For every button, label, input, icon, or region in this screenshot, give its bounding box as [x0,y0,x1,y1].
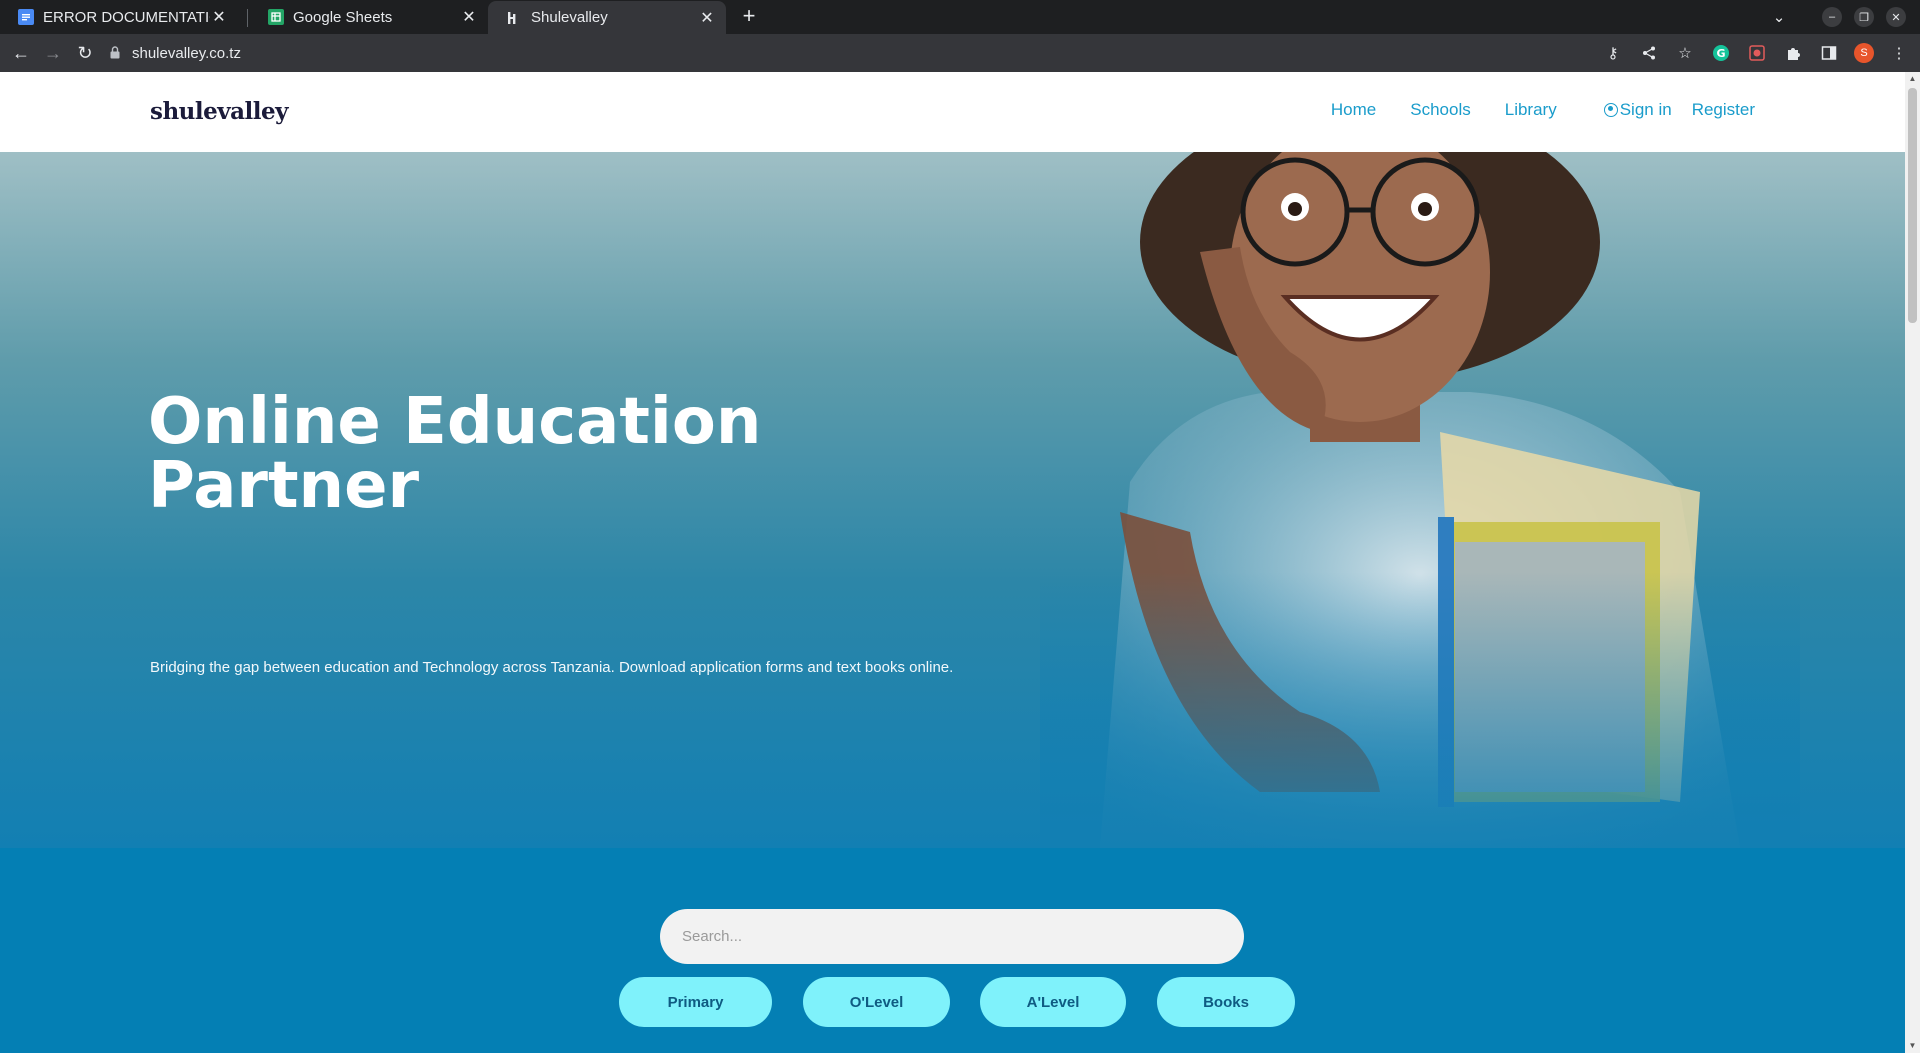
nav-library-link[interactable]: Library [1505,100,1557,120]
restore-icon[interactable]: ❐ [1854,7,1874,27]
search-section: Primary O'Level A'Level Books [0,848,1905,1053]
category-olevel-button[interactable]: O'Level [803,977,950,1027]
grammarly-icon[interactable]: G [1710,42,1732,64]
tab-title: Shulevalley [531,9,608,26]
password-key-icon[interactable]: ⚷ [1602,42,1624,64]
reload-icon[interactable]: ↻ [72,40,98,66]
main-nav: Home Schools Library Sign in Register [1331,100,1755,120]
hero-title: Online Education Partner [148,390,848,518]
browser-tab-strip: ERROR DOCUMENTATION ✕ Google Sheets ✕ Sh… [0,0,1920,34]
site-favicon-icon [506,10,522,26]
tab-search-chevron-icon[interactable]: ⌄ [1768,6,1790,28]
search-box[interactable] [660,909,1244,964]
url-text: shulevalley.co.tz [132,44,241,62]
profile-avatar[interactable]: S [1854,43,1874,63]
scrollbar-thumb[interactable] [1908,88,1917,323]
nav-register-link[interactable]: Register [1692,100,1755,120]
nav-schools-link[interactable]: Schools [1410,100,1470,120]
extensions-puzzle-icon[interactable] [1782,42,1804,64]
scroll-up-arrow-icon[interactable]: ▲ [1908,74,1917,84]
close-tab-icon[interactable]: ✕ [698,8,716,28]
tab-divider [247,9,248,27]
tab-google-sheets[interactable]: Google Sheets ✕ [250,2,488,32]
lock-icon [110,46,122,60]
site-logo[interactable]: shulevalley [150,98,289,125]
address-bar[interactable]: shulevalley.co.tz [110,38,1610,68]
share-icon[interactable] [1638,42,1660,64]
hero-subtitle: Bridging the gap between education and T… [150,659,954,676]
page-scrollbar[interactable]: ▲ ▼ [1905,72,1920,1053]
minimize-icon[interactable]: – [1822,7,1842,27]
more-menu-icon[interactable]: ⋮ [1888,42,1910,64]
window-controls: ⌄ – ❐ ✕ [1768,4,1906,30]
hero-title-line2: Partner [148,449,420,523]
nav-signin-link[interactable]: Sign in [1603,100,1672,120]
google-sheets-icon [268,9,284,25]
browser-toolbar: ← → ↻ shulevalley.co.tz ⚷ ☆ G S ⋮ [0,34,1920,72]
web-page: shulevalley Home Schools Library Sign in… [0,72,1905,1053]
bookmark-star-icon[interactable]: ☆ [1674,42,1696,64]
new-tab-button[interactable]: + [736,3,762,29]
hero-section: Online Education Partner Bridging the ga… [0,152,1905,848]
side-panel-icon[interactable] [1818,42,1840,64]
tab-title: Google Sheets [293,8,393,26]
tab-shulevalley[interactable]: Shulevalley ✕ [488,1,726,34]
screen-recorder-icon[interactable] [1746,42,1768,64]
hero-title-line1: Online Education [148,385,762,459]
forward-icon[interactable]: → [40,40,66,66]
toolbar-actions: ⚷ ☆ G S ⋮ [1602,40,1910,66]
signin-label: Sign in [1619,100,1672,119]
back-icon[interactable]: ← [8,40,34,66]
nav-home-link[interactable]: Home [1331,100,1376,120]
user-circle-icon [1603,103,1618,117]
tab-title: ERROR DOCUMENTATION [43,8,210,26]
svg-text:G: G [1716,47,1725,60]
close-tab-icon[interactable]: ✕ [460,7,478,27]
google-docs-icon [18,9,34,25]
tab-error-documentation[interactable]: ERROR DOCUMENTATION ✕ [0,2,238,32]
close-window-icon[interactable]: ✕ [1886,7,1906,27]
category-alevel-button[interactable]: A'Level [980,977,1126,1027]
site-header: shulevalley Home Schools Library Sign in… [0,72,1905,152]
scroll-down-arrow-icon[interactable]: ▼ [1908,1041,1917,1051]
category-books-button[interactable]: Books [1157,977,1295,1027]
close-tab-icon[interactable]: ✕ [210,7,228,27]
category-primary-button[interactable]: Primary [619,977,772,1027]
search-input[interactable] [680,927,1224,946]
hero-student-image [1040,152,1800,848]
